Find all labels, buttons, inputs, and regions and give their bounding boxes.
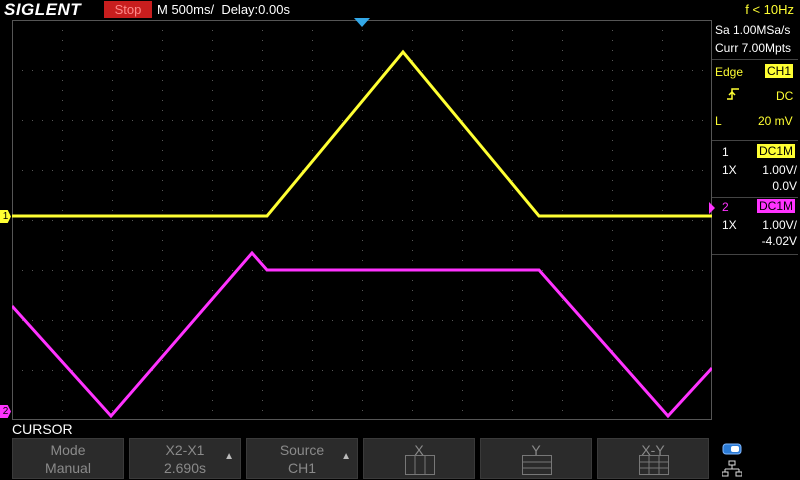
frequency-counter: f < 10Hz: [745, 2, 794, 17]
trigger-coupling: DC: [776, 89, 794, 103]
softkey-source[interactable]: Source CH1 ▲: [246, 438, 358, 479]
softkey-x-y[interactable]: X-Y: [597, 438, 709, 479]
timebase-value: M 500ms/: [157, 2, 215, 17]
trigger-type: Edge: [715, 65, 744, 79]
waveform-display[interactable]: [12, 20, 712, 420]
trigger-source: CH1: [765, 64, 794, 78]
trigger-level-label: L: [715, 114, 722, 128]
softkey-label: Mode: [50, 442, 86, 458]
ch1-offset-marker[interactable]: 1: [0, 210, 11, 223]
ch1-coupling: DC1M: [757, 144, 796, 158]
sample-rate: Sa 1.00MSa/s: [715, 23, 791, 37]
ch2-info-panel[interactable]: 2 DC1M 1X 1.00V/ -4.02V: [709, 198, 800, 254]
ch1-scale: 1.00V/: [762, 163, 797, 177]
softkey-y[interactable]: Y: [480, 438, 592, 479]
softkey-value: Manual: [45, 460, 91, 476]
ch2-coupling: DC1M: [757, 199, 796, 213]
ch2-offset-marker[interactable]: 2: [0, 405, 11, 418]
ch1-number: 1: [722, 145, 729, 159]
softkey-value: CH1: [287, 460, 316, 476]
rising-edge-icon: [727, 88, 739, 100]
xy-cursor-icon: [639, 455, 669, 475]
ch2-number: 2: [722, 200, 729, 214]
ch1-offset: 0.0V: [772, 179, 797, 193]
softkey-value: 2.690s: [163, 460, 207, 476]
trigger-panel[interactable]: Edge CH1 DC L 20 mV: [712, 60, 800, 140]
knob-adjust-icon: ▲: [341, 451, 351, 462]
ch1-probe: 1X: [722, 163, 737, 177]
trigger-position-icon[interactable]: [354, 18, 370, 28]
network-icon: [722, 460, 742, 477]
x-cursor-icon: [405, 455, 435, 475]
ch2-offset: -4.02V: [761, 234, 797, 248]
ch2-waveform: [12, 250, 712, 419]
grid-dots: [22, 30, 703, 411]
memory-depth: Curr 7.00Mpts: [715, 41, 792, 55]
delay-value: Delay:0.00s: [221, 2, 290, 17]
brand-logo: SIGLENT: [4, 0, 82, 19]
usb-icon: [722, 443, 742, 455]
trigger-level: 20 mV: [758, 114, 793, 128]
ch2-probe: 1X: [722, 218, 737, 232]
softkey-mode[interactable]: Mode Manual: [12, 438, 124, 479]
menu-title: CURSOR: [12, 421, 73, 437]
timebase-readout: M 500ms/ Delay:0.00s: [157, 2, 290, 17]
ch2-scale: 1.00V/: [762, 218, 797, 232]
ch1-info-panel[interactable]: 1 DC1M 1X 1.00V/ 0.0V: [712, 141, 800, 197]
y-cursor-icon: [522, 455, 552, 475]
divider: [712, 254, 798, 255]
run-stop-status[interactable]: Stop: [104, 1, 152, 18]
softkey-x2-x1[interactable]: X2-X1 2.690s ▲: [129, 438, 241, 479]
active-channel-indicator: [709, 202, 715, 214]
softkey-x[interactable]: X: [363, 438, 475, 479]
knob-adjust-icon: ▲: [224, 451, 234, 462]
ch1-waveform: [12, 49, 712, 218]
